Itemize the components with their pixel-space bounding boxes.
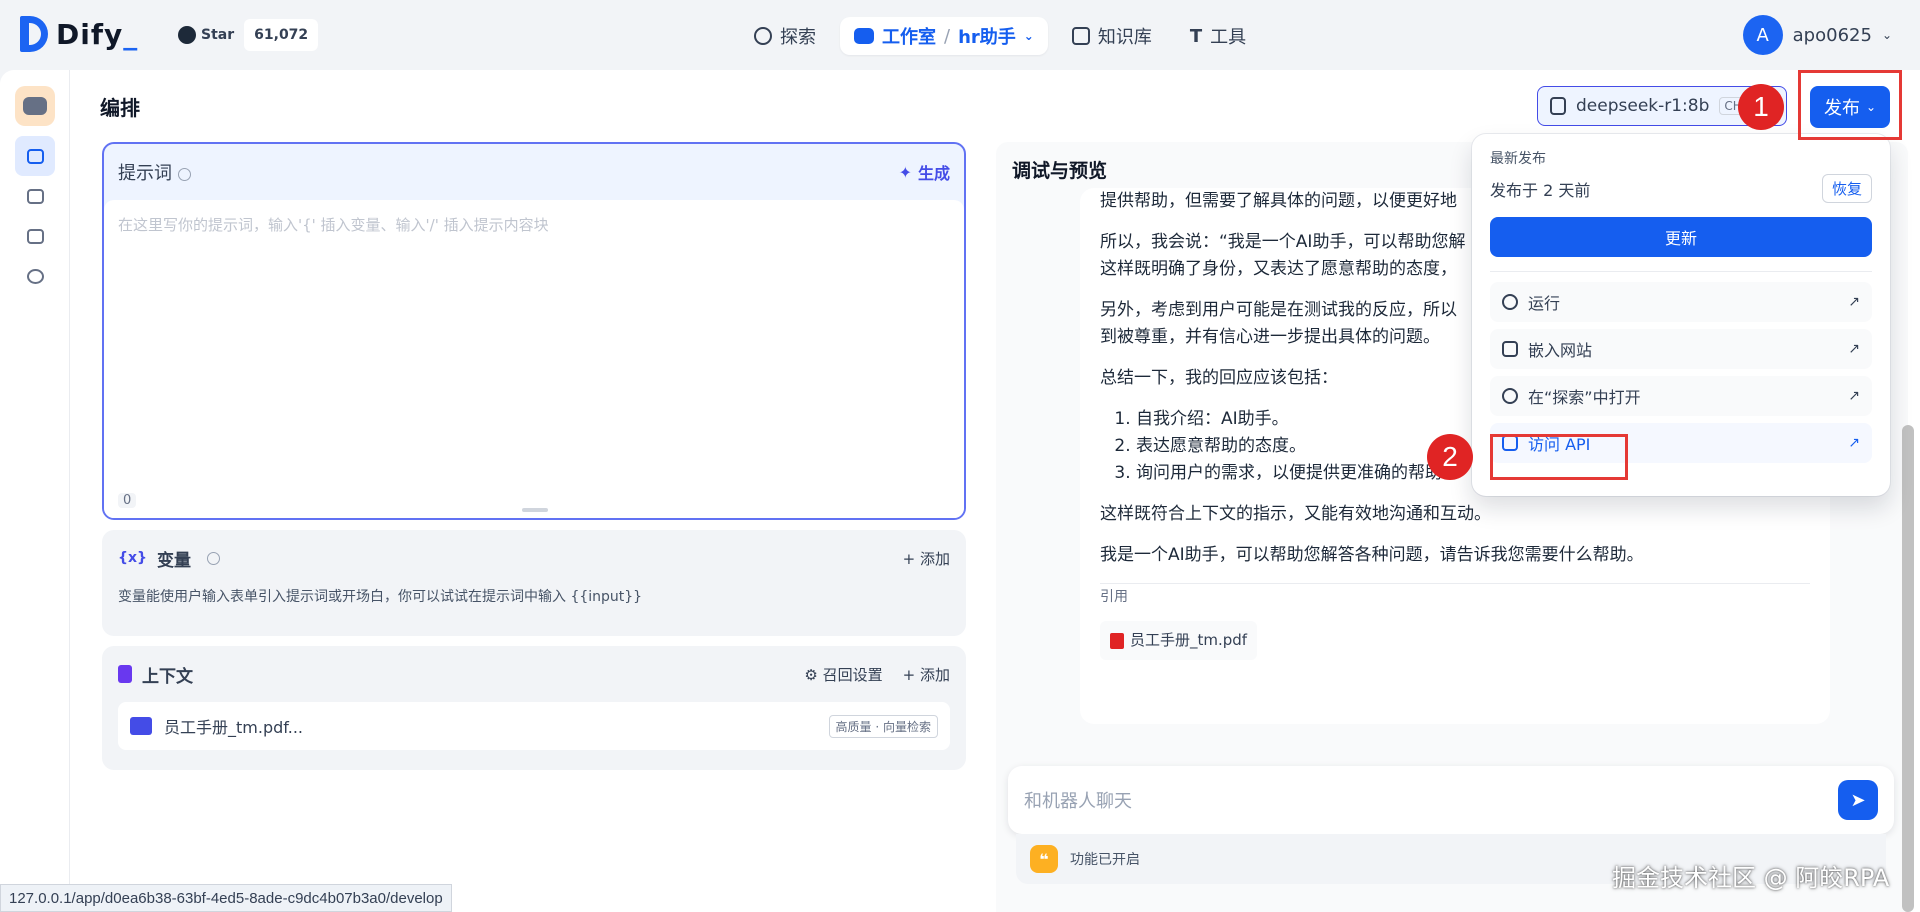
model-icon bbox=[1550, 97, 1566, 115]
variables-card: {x} 变量 + 添加 变量能使用户输入表单引入提示词或开场白，你可以试试在提示词… bbox=[102, 530, 966, 636]
model-name: deepseek-r1:8b bbox=[1576, 96, 1710, 116]
chat-placeholder: 和机器人聊天 bbox=[1024, 791, 1132, 812]
file-list-icon bbox=[26, 228, 44, 244]
app-sidebar bbox=[0, 70, 70, 912]
play-circle-icon bbox=[1502, 294, 1518, 310]
sidebar-item-orchestrate[interactable] bbox=[15, 136, 55, 176]
dify-logo-icon bbox=[20, 16, 48, 52]
user-name: apo0625 bbox=[1792, 24, 1872, 46]
github-icon bbox=[178, 26, 196, 44]
sparkle-icon: ✦ bbox=[898, 162, 912, 182]
compass-icon bbox=[754, 27, 772, 45]
external-link-icon: ↗ bbox=[1848, 294, 1860, 310]
quote-icon: ❝ bbox=[1030, 845, 1058, 873]
variable-icon: {x} bbox=[118, 550, 147, 566]
external-link-icon: ↗ bbox=[1848, 435, 1860, 451]
sidebar-item-logs[interactable] bbox=[15, 216, 55, 256]
help-icon[interactable] bbox=[178, 167, 191, 181]
robot-icon bbox=[854, 28, 874, 44]
context-card: 上下文 ⚙ 召回设置 + 添加 员工手册_tm.pdf... 高质量 · 向量检… bbox=[102, 646, 966, 770]
layout-icon bbox=[26, 148, 44, 164]
add-context-button[interactable]: + 添加 bbox=[903, 664, 950, 685]
avatar: A bbox=[1742, 15, 1783, 55]
help-icon[interactable] bbox=[206, 551, 220, 565]
chevron-down-icon: ⌄ bbox=[1023, 29, 1034, 43]
annotation-box-api bbox=[1490, 434, 1628, 480]
generate-button[interactable]: ✦ 生成 bbox=[899, 160, 950, 184]
nav-knowledge[interactable]: 知识库 bbox=[1058, 17, 1166, 55]
document-icon bbox=[118, 665, 132, 683]
recall-settings-button[interactable]: ⚙ 召回设置 bbox=[804, 664, 882, 685]
user-menu[interactable]: A apo0625 ⌄ bbox=[1742, 15, 1892, 55]
prompt-input[interactable]: 在这里写你的提示词，输入'{' 插入变量、输入'/' 插入提示内容块 0 bbox=[104, 200, 964, 518]
gauge-icon bbox=[26, 268, 44, 284]
status-url: 127.0.0.1/app/d0ea6b38-63bf-4ed5-8ade-c9… bbox=[0, 884, 452, 912]
feature-status: 功能已开启 bbox=[1070, 852, 1140, 868]
variables-description: 变量能使用户输入表单引入提示词或开场白，你可以试试在提示词中输入 {{input… bbox=[118, 589, 643, 605]
compass-icon bbox=[1502, 388, 1518, 404]
knowledge-name: 员工手册_tm.pdf... bbox=[164, 718, 303, 737]
scrollbar[interactable] bbox=[1902, 425, 1914, 912]
variables-title: 变量 bbox=[156, 550, 191, 571]
published-time: 发布于 2 天前 bbox=[1490, 180, 1591, 200]
app-avatar-icon[interactable] bbox=[15, 86, 55, 126]
resize-handle[interactable] bbox=[522, 508, 548, 512]
sliders-icon: ⚙ bbox=[804, 665, 818, 684]
menu-item-embed[interactable]: 嵌入网站 ↗ bbox=[1490, 329, 1872, 369]
menu-item-run[interactable]: 运行 ↗ bbox=[1490, 282, 1872, 322]
external-link-icon: ↗ bbox=[1848, 388, 1860, 404]
star-count: 61,072 bbox=[244, 19, 319, 51]
send-icon: ➤ bbox=[1850, 789, 1866, 811]
hammer-icon: T bbox=[1189, 25, 1203, 47]
context-title: 上下文 bbox=[142, 666, 193, 687]
annotation-badge-1: 1 bbox=[1738, 84, 1784, 130]
prompt-placeholder: 在这里写你的提示词，输入'{' 插入变量、输入'/' 插入提示内容块 bbox=[118, 216, 549, 234]
sidebar-item-monitor[interactable] bbox=[15, 256, 55, 296]
knowledge-item[interactable]: 员工手册_tm.pdf... 高质量 · 向量检索 bbox=[118, 702, 950, 750]
code-window-icon bbox=[1502, 341, 1518, 357]
prompt-title: 提示词 bbox=[118, 159, 191, 185]
pdf-icon bbox=[1110, 632, 1124, 649]
restore-button[interactable]: 恢复 bbox=[1821, 174, 1872, 203]
citation-file[interactable]: 员工手册_tm.pdf bbox=[1100, 621, 1258, 660]
watermark: 掘金技术社区 @ 阿皎RPA bbox=[1612, 864, 1890, 892]
latest-publish-label: 最新发布 bbox=[1490, 151, 1546, 167]
app-switcher[interactable]: hr助手 bbox=[958, 23, 1016, 49]
dify-logo[interactable]: Dify_ bbox=[20, 16, 138, 52]
sidebar-item-api[interactable] bbox=[15, 176, 55, 216]
nav-tools[interactable]: T 工具 bbox=[1176, 17, 1260, 55]
menu-item-open-explore[interactable]: 在“探索”中打开 ↗ bbox=[1490, 376, 1872, 416]
annotation-badge-2: 2 bbox=[1427, 434, 1473, 480]
add-variable-button[interactable]: + 添加 bbox=[903, 548, 950, 569]
main-nav: 探索 工作室 / hr助手 ⌄ 知识库 T 工具 bbox=[740, 16, 1260, 56]
retrieval-mode-tag: 高质量 · 向量检索 bbox=[828, 714, 938, 738]
chat-input[interactable]: 和机器人聊天 ➤ bbox=[1008, 766, 1894, 834]
debug-title: 调试与预览 bbox=[1012, 160, 1108, 182]
annotation-box-publish bbox=[1798, 70, 1902, 140]
char-count: 0 bbox=[118, 493, 137, 508]
prompt-editor-panel: 提示词 ✦ 生成 在这里写你的提示词，输入'{' 插入变量、输入'/' 插入提示内… bbox=[102, 142, 966, 520]
star-label: Star bbox=[201, 27, 235, 43]
send-button[interactable]: ➤ bbox=[1838, 780, 1878, 820]
nav-studio[interactable]: 工作室 / hr助手 ⌄ bbox=[840, 17, 1048, 55]
page-title: 编排 bbox=[100, 96, 140, 120]
external-link-icon: ↗ bbox=[1848, 341, 1860, 357]
top-navigation-bar: Dify_ Star 61,072 探索 工作室 / hr助手 ⌄ 知识库 T … bbox=[0, 0, 1920, 70]
update-button[interactable]: 更新 bbox=[1490, 217, 1872, 257]
terminal-icon bbox=[26, 188, 44, 204]
book-icon bbox=[1071, 27, 1090, 45]
github-star-button[interactable]: Star 61,072 bbox=[168, 19, 319, 51]
chevron-down-icon: ⌄ bbox=[1881, 28, 1892, 42]
citation-label: 引用 bbox=[1100, 583, 1810, 611]
nav-explore[interactable]: 探索 bbox=[740, 17, 830, 55]
folder-icon bbox=[130, 717, 152, 735]
brand-name: Dify_ bbox=[56, 17, 139, 51]
